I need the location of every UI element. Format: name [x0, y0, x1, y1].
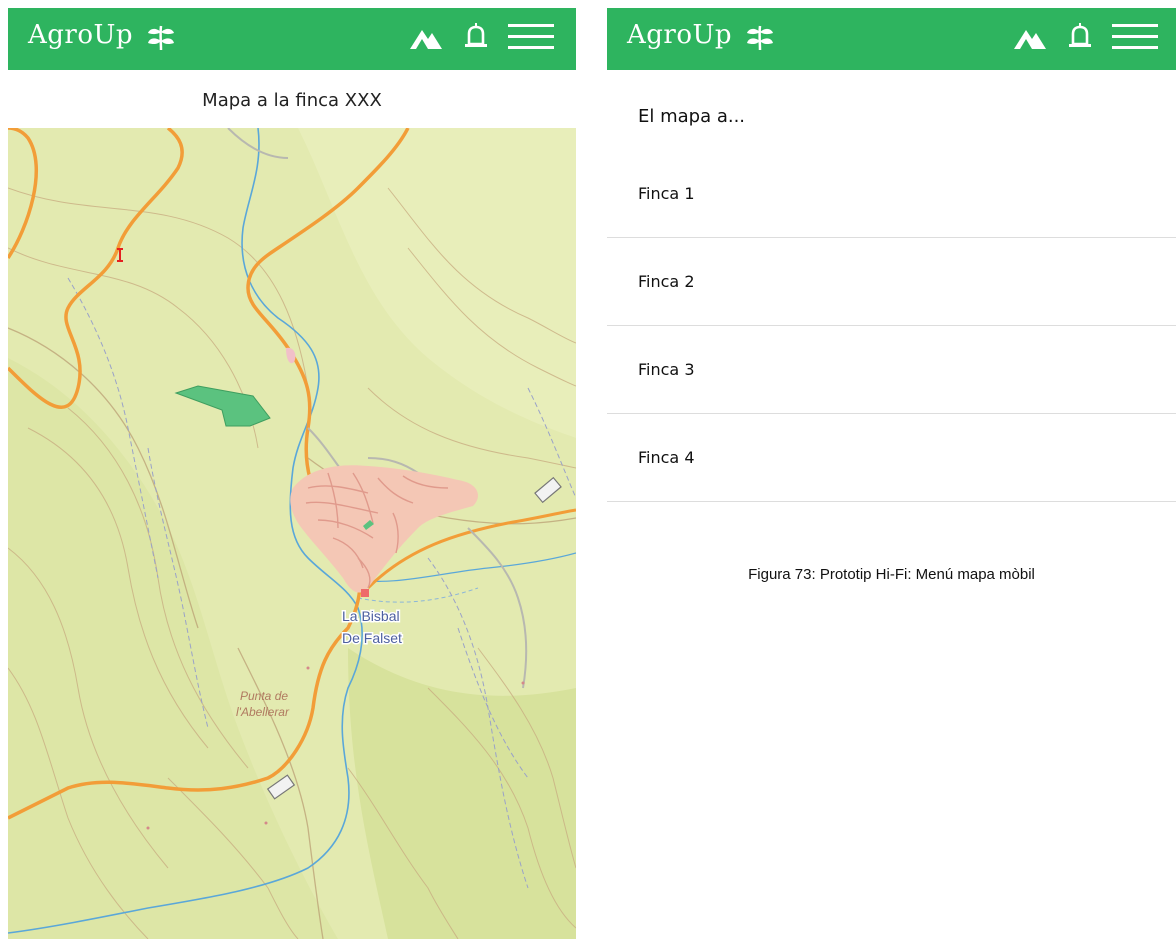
menu-item-finca-2[interactable]: Finca 2 — [607, 238, 1176, 326]
menu-item-finca-4[interactable]: Finca 4 — [607, 414, 1176, 502]
peak-label-1: Punta de — [240, 689, 288, 703]
menu-item-finca-1[interactable]: Finca 1 — [607, 150, 1176, 238]
menu-item-label: Finca 3 — [638, 360, 695, 379]
brand-logo-text[interactable]: AgroUp — [28, 20, 133, 50]
finca-menu-list: Finca 1 Finca 2 Finca 3 Finca 4 — [607, 150, 1176, 502]
menu-item-label: Finca 4 — [638, 448, 695, 467]
app-header-right: AgroUp — [607, 8, 1176, 70]
topographic-map[interactable]: La Bisbal La Bisbal De Falset De Falset … — [8, 128, 576, 939]
bell-icon[interactable] — [1068, 22, 1092, 52]
menu-item-finca-3[interactable]: Finca 3 — [607, 326, 1176, 414]
mountain-icon[interactable] — [1012, 22, 1048, 52]
hamburger-menu-icon[interactable] — [1112, 22, 1158, 52]
peak-label-2: l'Abellerar — [236, 705, 290, 719]
brand-logo-text[interactable]: AgroUp — [627, 20, 732, 50]
figure-caption: Figura 73: Prototip Hi-Fi: Menú mapa mòb… — [748, 566, 1035, 583]
town-label-1: La Bisbal — [342, 608, 400, 624]
leaf-icon — [745, 24, 775, 56]
menu-item-label: Finca 1 — [638, 184, 695, 203]
app-header-left: AgroUp — [8, 8, 576, 70]
menu-item-label: Finca 2 — [638, 272, 695, 291]
menu-heading: El mapa a... — [638, 106, 746, 127]
bell-icon[interactable] — [464, 22, 488, 52]
page-title: Mapa a la finca XXX — [202, 90, 382, 111]
town-label-2: De Falset — [342, 630, 402, 646]
mountain-icon[interactable] — [408, 22, 444, 52]
hamburger-menu-icon[interactable] — [508, 22, 554, 52]
leaf-icon — [146, 24, 176, 56]
